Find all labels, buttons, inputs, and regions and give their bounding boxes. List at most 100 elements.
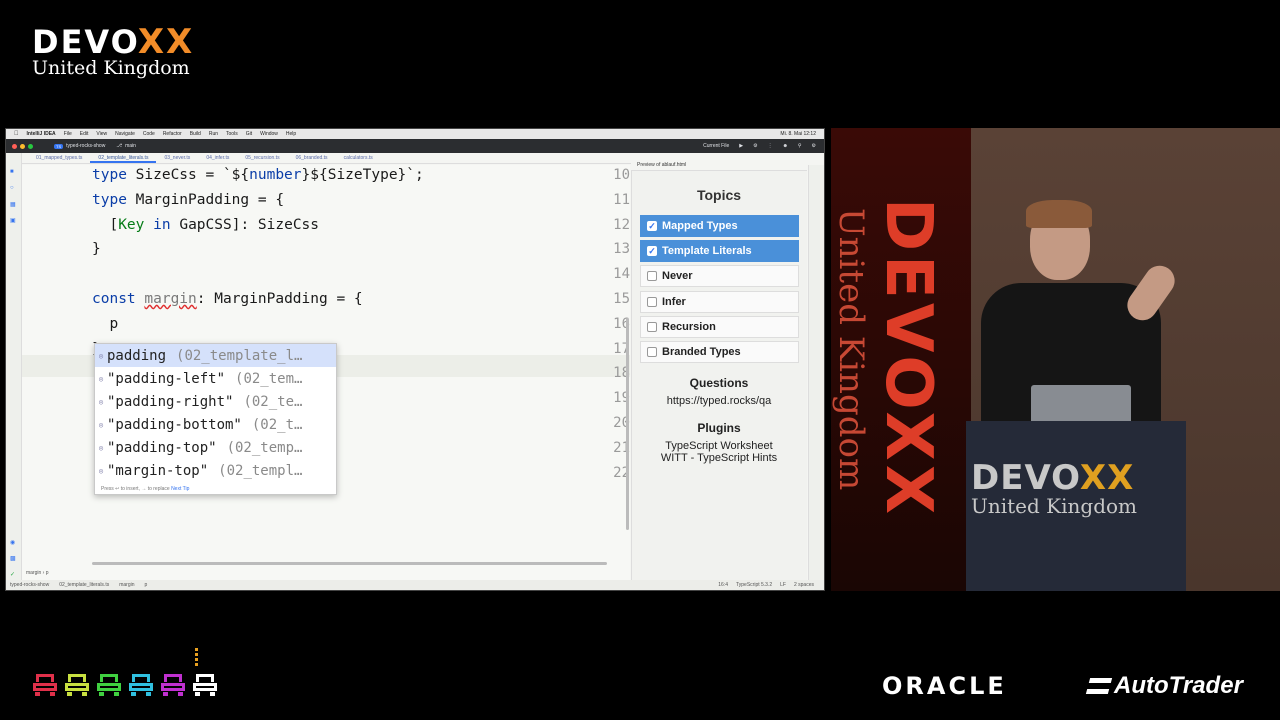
mac-menu-item[interactable]: Tools: [226, 131, 238, 137]
completion-source: (02_tem…: [235, 370, 303, 387]
completion-source: (02_te…: [243, 393, 303, 410]
structure-tool-icon[interactable]: ▦: [10, 201, 18, 208]
plugin-item: TypeScript Worksheet: [665, 440, 773, 452]
vertical-scrollbar[interactable]: [626, 318, 629, 530]
editor-tab[interactable]: 05_recursion.ts: [237, 153, 287, 163]
editor-tab[interactable]: 01_mapped_types.ts: [28, 153, 90, 163]
editor-tab[interactable]: 02_template_literals.ts: [90, 153, 157, 163]
editor-tab[interactable]: 06_branded.ts: [288, 153, 336, 163]
mac-menu-item[interactable]: View: [96, 131, 107, 137]
topic-label: Template Literals: [662, 245, 752, 258]
problems-tool-icon[interactable]: ✓: [10, 571, 18, 578]
completion-item[interactable]: ◎ padding (02_template_l…: [95, 344, 336, 367]
mac-menu-item[interactable]: Code: [143, 131, 155, 137]
status-path-property[interactable]: p: [145, 582, 148, 588]
completion-item[interactable]: ◎ "padding-left" (02_tem…: [95, 367, 336, 390]
mac-menu-item[interactable]: Refactor: [163, 131, 182, 137]
debug-icon[interactable]: ⚙: [753, 143, 757, 149]
run-config[interactable]: Current File: [703, 143, 729, 149]
mac-menu-item[interactable]: Git: [246, 131, 252, 137]
mac-menu[interactable]: IntelliJ IDEA File Edit View Navigate Code Ref…: [27, 131, 297, 137]
completion-item[interactable]: ◎ "margin-top" (02_templ…: [95, 459, 336, 482]
topic-checkbox[interactable]: [647, 347, 657, 357]
project-tool-icon[interactable]: ■: [10, 169, 18, 175]
completion-source: (02_t…: [251, 416, 303, 433]
topic-item[interactable]: Recursion: [640, 315, 799, 338]
mac-menu-item[interactable]: Build: [190, 131, 201, 137]
topic-checkbox[interactable]: [647, 321, 657, 332]
topic-checkbox[interactable]: ✓: [647, 221, 657, 231]
property-icon: ◎: [99, 351, 104, 360]
run-icon[interactable]: ▶: [739, 143, 743, 149]
code-line[interactable]: p: [92, 316, 118, 332]
services-tool-icon[interactable]: ◉: [10, 539, 18, 546]
speaker-video: United Kingdom DEVOXX DEVOXX United King…: [831, 128, 1280, 591]
more-icon[interactable]: ⋮: [768, 143, 773, 149]
speaker-hair: [1026, 200, 1092, 228]
code-line[interactable]: }: [92, 241, 101, 257]
mac-menu-item[interactable]: Run: [209, 131, 218, 137]
completion-item[interactable]: ◎ "padding-top" (02_temp…: [95, 436, 336, 459]
language-version[interactable]: TypeScript 5.3.2: [736, 582, 772, 588]
editor-tab[interactable]: 03_never.ts: [156, 153, 198, 163]
mac-menu-item[interactable]: Help: [286, 131, 296, 137]
commit-tool-icon[interactable]: ○: [10, 185, 18, 191]
mac-menu-item[interactable]: Window: [260, 131, 278, 137]
apple-icon[interactable]: : [14, 131, 19, 137]
caret-position[interactable]: 16:4: [718, 582, 728, 588]
topic-item[interactable]: ✓ Mapped Types: [640, 215, 799, 237]
topic-item[interactable]: Never: [640, 265, 799, 288]
next-tip-link[interactable]: Next Tip: [171, 486, 189, 492]
podium-logo: DEVOXX United Kingdom: [971, 458, 1137, 518]
pixel-car-icon: [129, 672, 153, 696]
completion-label: "margin-top": [107, 462, 209, 479]
horizontal-scrollbar[interactable]: [92, 562, 607, 565]
topic-checkbox[interactable]: ✓: [647, 246, 657, 257]
indent-setting[interactable]: 2 spaces: [794, 582, 814, 588]
status-path-file[interactable]: 02_template_literals.ts: [59, 582, 109, 588]
line-number: 19: [613, 390, 630, 407]
topic-item[interactable]: Infer: [640, 290, 799, 313]
code-line[interactable]: const margin: MarginPadding = {: [92, 291, 363, 307]
topic-item[interactable]: ✓ Template Literals: [640, 240, 799, 263]
terminal-tool-icon[interactable]: ▩: [10, 555, 18, 562]
code-line[interactable]: type SizeCss = `${number}${SizeType}`;: [92, 167, 424, 183]
topic-checkbox[interactable]: [647, 271, 657, 282]
user-icon[interactable]: ☻: [783, 143, 788, 149]
close-window-icon[interactable]: [12, 143, 17, 149]
property-icon: ◎: [99, 374, 104, 383]
branch-name[interactable]: main: [125, 143, 136, 149]
mac-menu-item[interactable]: File: [64, 131, 72, 137]
editor-tab[interactable]: 04_infer.ts: [198, 153, 237, 163]
logo-xx: XX: [137, 22, 195, 62]
mac-menu-item[interactable]: Edit: [80, 131, 89, 137]
status-path-project[interactable]: typed-rocks-show: [10, 582, 49, 588]
search-icon[interactable]: ⚲: [798, 143, 802, 149]
completion-popup: ◎ padding (02_template_l… ◎ "padding-left" (0…: [94, 343, 337, 495]
code-line[interactable]: type MarginPadding = {: [92, 192, 284, 208]
settings-icon[interactable]: ⚙: [812, 143, 816, 149]
zoom-window-icon[interactable]: [28, 143, 33, 149]
line-number: 18: [613, 365, 630, 382]
completion-label: "padding-top": [107, 439, 217, 456]
project-name[interactable]: typed-rocks-show: [66, 143, 105, 149]
minimize-window-icon[interactable]: [20, 143, 25, 149]
code-line[interactable]: [Key in GapCSS]: SizeCss: [92, 217, 319, 233]
questions-title: Questions: [689, 376, 749, 390]
questions-url[interactable]: https://typed.rocks/qa: [631, 395, 807, 407]
preview-tab[interactable]: Preview of ablauf.html: [631, 160, 807, 171]
topic-label: Never: [662, 270, 693, 283]
topic-item[interactable]: Branded Types: [640, 341, 799, 363]
mac-menu-item[interactable]: Navigate: [115, 131, 135, 137]
line-separator[interactable]: LF: [780, 582, 786, 588]
topic-checkbox[interactable]: [647, 296, 657, 307]
completion-item[interactable]: ◎ "padding-right" (02_te…: [95, 390, 336, 413]
bookmarks-tool-icon[interactable]: ▣: [10, 217, 18, 224]
editor-tab[interactable]: calculators.ts: [336, 153, 381, 163]
completion-item[interactable]: ◎ "padding-bottom" (02_t…: [95, 413, 336, 436]
line-number: 16: [613, 315, 630, 332]
mac-menu-item[interactable]: IntelliJ IDEA: [27, 131, 56, 137]
status-path-symbol[interactable]: margin: [119, 582, 134, 588]
status-bar: typed-rocks-show 02_template_literals.ts…: [6, 580, 824, 590]
breadcrumb[interactable]: margin › p: [26, 570, 49, 576]
